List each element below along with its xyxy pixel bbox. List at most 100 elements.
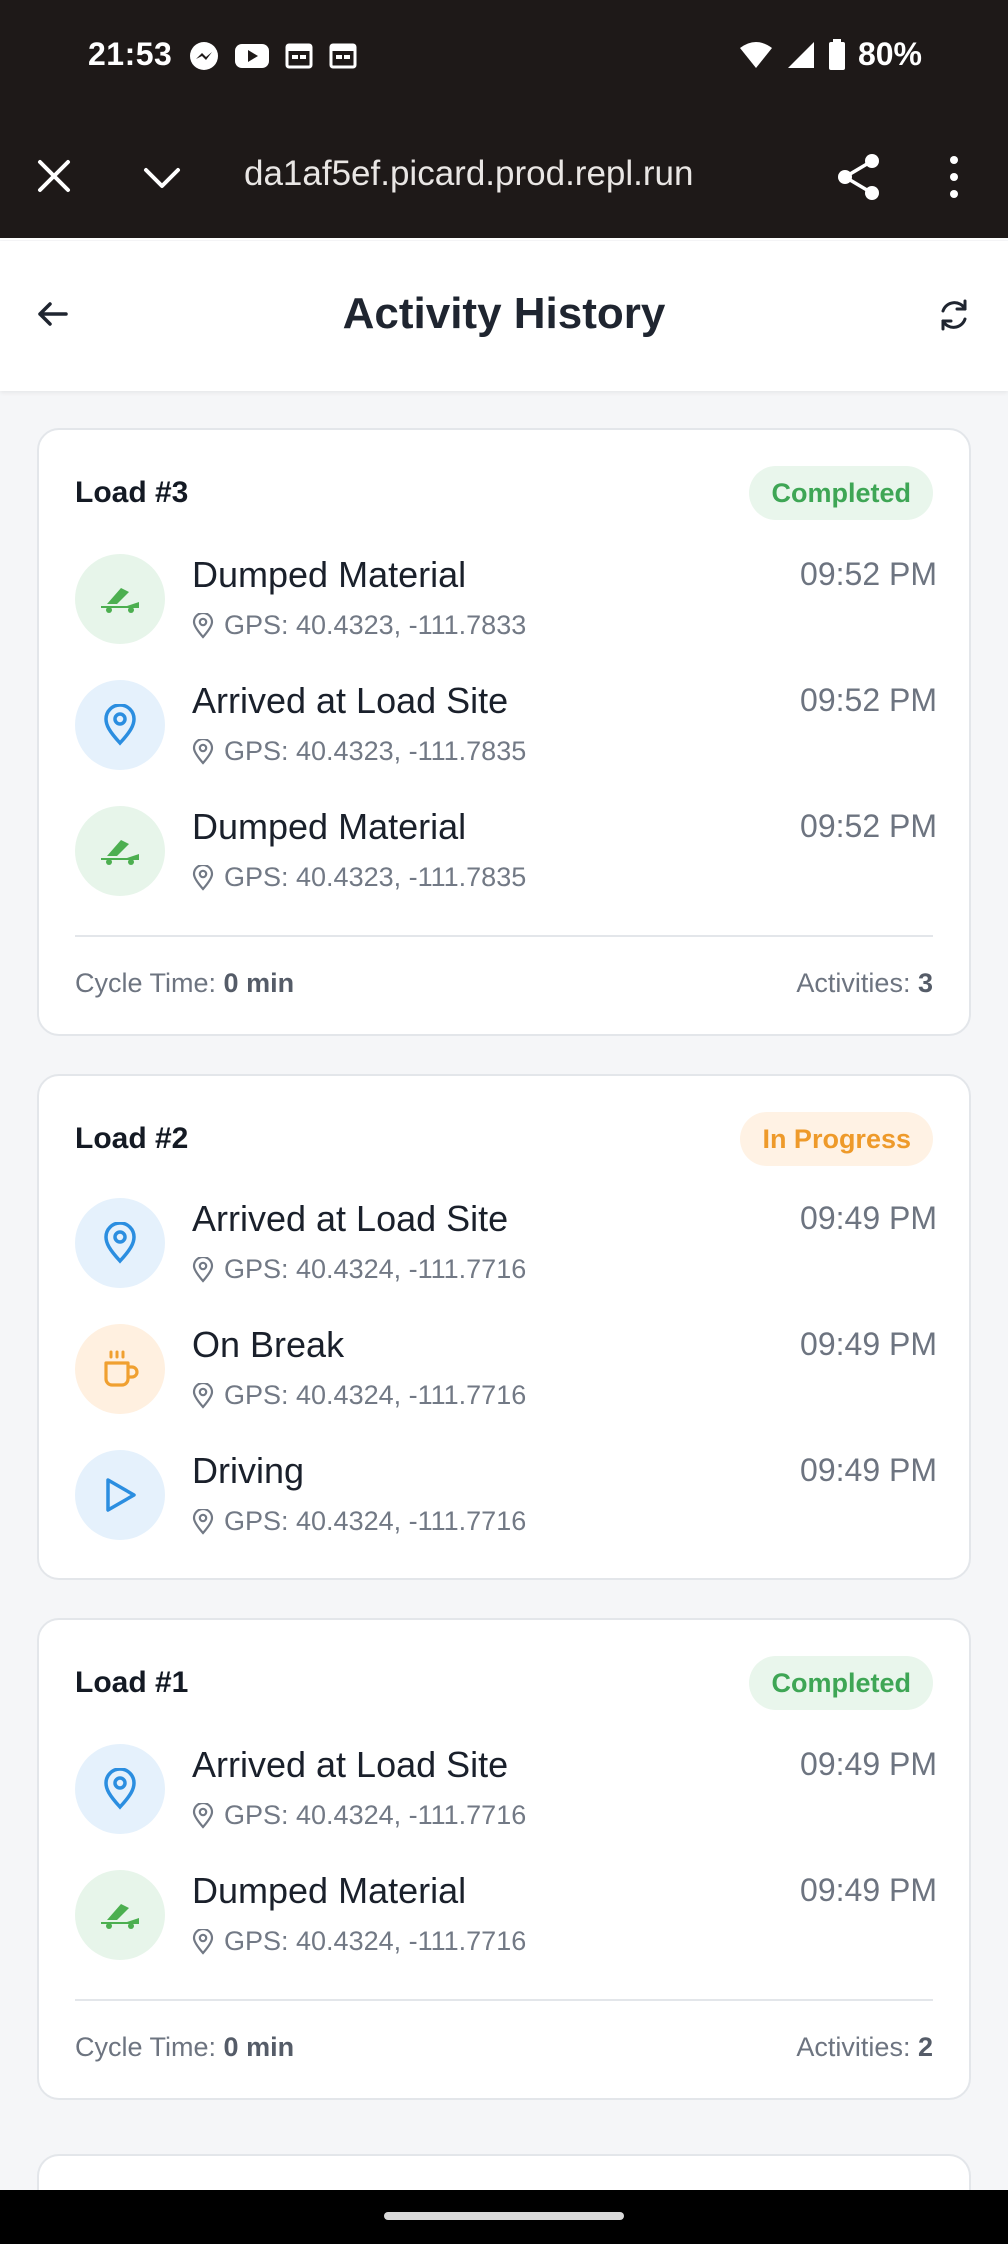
- cycle-time-label: Cycle Time:: [75, 968, 217, 998]
- more-vert-icon[interactable]: [944, 152, 964, 202]
- status-badge: Completed: [749, 466, 933, 520]
- gps-text: GPS: 40.4324, -111.7716: [224, 1800, 527, 1830]
- page-title: Activity History: [342, 289, 666, 338]
- divider: [75, 1999, 933, 2001]
- gps-text: GPS: 40.4324, -111.7716: [224, 1254, 527, 1284]
- dump-truck-icon: [75, 806, 165, 896]
- activity-title: Arrived at Load Site: [192, 1744, 509, 1785]
- activity-gps: GPS: 40.4323, -111.7835: [192, 862, 526, 893]
- activity-title: Dumped Material: [192, 806, 467, 847]
- play-icon: [75, 1450, 165, 1540]
- status-bar: 21:53 80%: [0, 0, 1008, 116]
- youtube-icon: [235, 44, 269, 68]
- wifi-icon: [739, 41, 772, 68]
- coffee-icon: [75, 1324, 165, 1414]
- system-nav-bar: [0, 2190, 1008, 2244]
- cycle-time: Cycle Time: 0 min: [75, 2032, 294, 2063]
- map-pin-icon: [75, 680, 165, 770]
- cycle-time-value: 0 min: [223, 968, 295, 998]
- location-pin-icon: [192, 1382, 214, 1409]
- close-icon[interactable]: [34, 156, 74, 196]
- cycle-time-value: 0 min: [223, 2032, 295, 2062]
- activity-count-label: Activities:: [796, 2032, 911, 2062]
- gps-text: GPS: 40.4323, -111.7833: [224, 610, 527, 640]
- status-badge: Completed: [749, 1656, 933, 1710]
- activity-title: Arrived at Load Site: [192, 1198, 509, 1239]
- map-pin-icon: [75, 1198, 165, 1288]
- activity-time: 09:52 PM: [800, 556, 937, 592]
- status-app-icons: [188, 40, 358, 72]
- activity-time: 09:49 PM: [800, 1452, 937, 1488]
- gps-text: GPS: 40.4324, -111.7716: [224, 1926, 527, 1956]
- calendar-icon: [329, 43, 357, 69]
- load-card[interactable]: Load #1 Completed Arrived at Load Site 0…: [37, 1618, 971, 2100]
- activity-item[interactable]: Dumped Material 09:52 PM GPS: 40.4323, -…: [75, 806, 937, 932]
- activity-item[interactable]: On Break 09:49 PM GPS: 40.4324, -111.771…: [75, 1324, 937, 1450]
- dump-truck-icon: [75, 1870, 165, 1960]
- load-card[interactable]: Load #2 In Progress Arrived at Load Site…: [37, 1074, 971, 1580]
- activity-time: 09:52 PM: [800, 682, 937, 718]
- map-pin-icon: [75, 1744, 165, 1834]
- activity-title: Arrived at Load Site: [192, 680, 509, 721]
- location-pin-icon: [192, 612, 214, 639]
- cycle-time-label: Cycle Time:: [75, 2032, 217, 2062]
- location-pin-icon: [192, 1928, 214, 1955]
- gps-text: GPS: 40.4324, -111.7716: [224, 1380, 527, 1410]
- browser-url-bar: da1af5ef.picard.prod.repl.run: [0, 116, 1008, 240]
- dump-truck-icon: [75, 554, 165, 644]
- activity-item[interactable]: Driving 09:49 PM GPS: 40.4324, -111.7716: [75, 1450, 937, 1576]
- activity-item[interactable]: Arrived at Load Site 09:49 PM GPS: 40.43…: [75, 1198, 937, 1324]
- activity-gps: GPS: 40.4324, -111.7716: [192, 1800, 526, 1831]
- messenger-icon: [190, 42, 218, 70]
- battery-icon: [828, 38, 845, 70]
- activity-count: Activities: 3: [796, 968, 933, 999]
- calendar-icon: [285, 43, 313, 69]
- activity-title: Dumped Material: [192, 554, 467, 595]
- location-pin-icon: [192, 1802, 214, 1829]
- activity-count-value: 2: [917, 2032, 933, 2062]
- activity-count-label: Activities:: [796, 968, 911, 998]
- load-title: Load #2: [75, 1122, 189, 1155]
- activity-item[interactable]: Dumped Material 09:49 PM GPS: 40.4324, -…: [75, 1870, 937, 1996]
- load-card[interactable]: Load #3 Completed Dumped Material 09:52 …: [37, 428, 971, 1036]
- location-pin-icon: [192, 738, 214, 765]
- status-time: 21:53: [88, 36, 173, 72]
- activity-gps: GPS: 40.4323, -111.7835: [192, 736, 526, 767]
- home-gesture-handle[interactable]: [384, 2212, 624, 2220]
- gps-text: GPS: 40.4323, -111.7835: [224, 862, 527, 892]
- activity-item[interactable]: Arrived at Load Site 09:49 PM GPS: 40.43…: [75, 1744, 937, 1870]
- location-pin-icon: [192, 864, 214, 891]
- signal-icon: [787, 41, 814, 68]
- activity-item[interactable]: Arrived at Load Site 09:52 PM GPS: 40.43…: [75, 680, 937, 806]
- load-title: Load #1: [75, 1666, 189, 1699]
- cycle-time: Cycle Time: 0 min: [75, 968, 294, 999]
- activity-time: 09:52 PM: [800, 808, 937, 844]
- activity-time: 09:49 PM: [800, 1200, 937, 1236]
- activity-time: 09:49 PM: [800, 1326, 937, 1362]
- gps-text: GPS: 40.4324, -111.7716: [224, 1506, 527, 1536]
- activity-title: On Break: [192, 1324, 345, 1365]
- share-icon[interactable]: [836, 152, 882, 202]
- app-header: Activity History: [0, 241, 1008, 391]
- activity-title: Dumped Material: [192, 1870, 467, 1911]
- location-pin-icon: [192, 1256, 214, 1283]
- activity-gps: GPS: 40.4323, -111.7833: [192, 610, 526, 641]
- status-badge: In Progress: [740, 1112, 933, 1166]
- activity-gps: GPS: 40.4324, -111.7716: [192, 1254, 526, 1285]
- activity-gps: GPS: 40.4324, -111.7716: [192, 1380, 526, 1411]
- location-pin-icon: [192, 1508, 214, 1535]
- divider: [75, 935, 933, 937]
- refresh-icon[interactable]: [936, 297, 972, 333]
- activity-gps: GPS: 40.4324, -111.7716: [192, 1926, 526, 1957]
- activity-item[interactable]: Dumped Material 09:52 PM GPS: 40.4323, -…: [75, 554, 937, 680]
- activity-count: Activities: 2: [796, 2032, 933, 2063]
- battery-percent: 80%: [857, 36, 922, 72]
- activity-gps: GPS: 40.4324, -111.7716: [192, 1506, 526, 1537]
- gps-text: GPS: 40.4323, -111.7835: [224, 736, 527, 766]
- activity-time: 09:49 PM: [800, 1746, 937, 1782]
- activity-time: 09:49 PM: [800, 1872, 937, 1908]
- url-text[interactable]: da1af5ef.picard.prod.repl.run: [244, 154, 724, 194]
- load-title: Load #3: [75, 476, 189, 509]
- chevron-down-icon[interactable]: [140, 156, 184, 200]
- activity-title: Driving: [192, 1450, 305, 1491]
